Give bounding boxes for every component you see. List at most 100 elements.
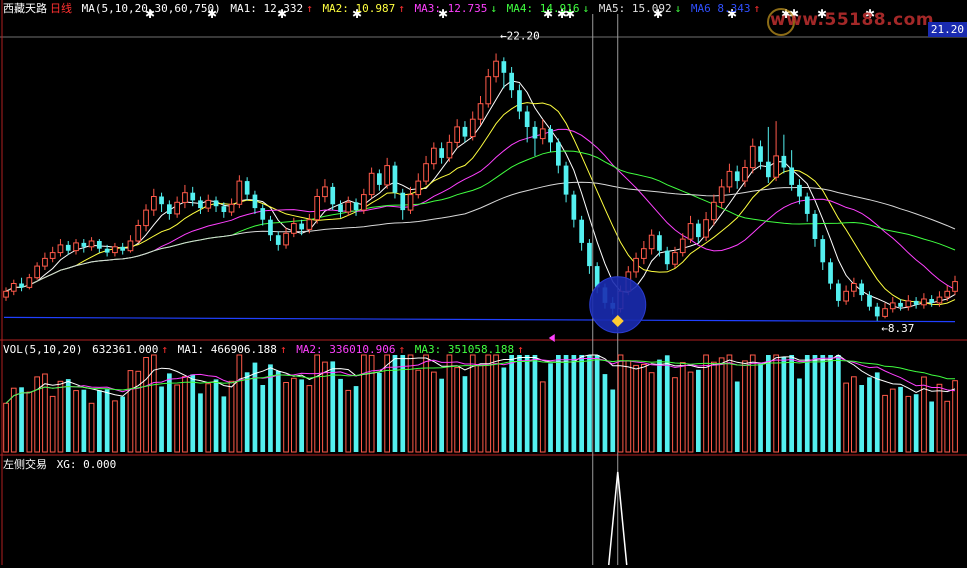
candle-body	[252, 194, 258, 209]
ma1-arrow: ↑	[306, 2, 313, 15]
volume-bar	[563, 355, 569, 452]
candle-body	[952, 281, 958, 292]
candle-body	[797, 184, 802, 197]
candle-body	[384, 165, 390, 186]
volume-bar	[205, 383, 212, 453]
candle-body	[213, 200, 219, 207]
volume-bar	[213, 379, 219, 452]
volume-header: VOL(5,10,20) 632361.000 ↑ MA1: 466906.188…	[3, 343, 527, 357]
volume-bar	[469, 354, 476, 453]
candle-body	[377, 173, 382, 185]
volume-bar	[773, 354, 779, 453]
candle-body	[275, 235, 281, 245]
candle-body	[836, 283, 841, 301]
candle-body	[314, 196, 320, 221]
ma2-value: MA2: 10.987	[322, 2, 396, 15]
vol-ma1-arrow: ↑	[279, 343, 287, 356]
volume-bar	[97, 390, 102, 452]
volume-bar	[742, 360, 748, 453]
candle-body	[361, 194, 367, 211]
ma6-line	[3, 316, 956, 323]
volume-bar	[392, 355, 398, 452]
candle-body	[874, 306, 880, 317]
candle-body	[299, 223, 304, 230]
candle-body	[400, 192, 406, 211]
volume-bar	[703, 354, 709, 453]
candle-body	[330, 186, 336, 205]
volume-bar	[477, 364, 484, 453]
volume-bar	[143, 357, 149, 453]
volume-bar	[797, 378, 802, 452]
candle-body	[563, 165, 569, 195]
candle-body	[789, 167, 794, 185]
volume-bar	[306, 385, 313, 453]
volume-bar	[384, 354, 390, 453]
low-price-label: ←8.37	[881, 322, 914, 335]
candle-body	[493, 60, 499, 78]
volume-bar	[120, 396, 125, 452]
volume-bar	[198, 393, 203, 452]
indicator-name: 左侧交易	[3, 458, 47, 471]
candle-body	[368, 172, 375, 196]
candle-body	[882, 308, 888, 317]
candle-body	[781, 155, 787, 168]
volume-bar	[905, 395, 912, 453]
candle-body	[198, 200, 203, 209]
volume-bar	[368, 354, 375, 453]
candle-body	[517, 90, 522, 112]
volume-bar	[679, 362, 686, 453]
candle-body	[345, 201, 352, 213]
volume-bar	[602, 374, 608, 452]
candle-body	[306, 219, 313, 230]
vol-ma2-arrow: ↑	[398, 343, 406, 356]
candle-body	[843, 290, 849, 302]
marker-triangle-icon	[548, 334, 555, 342]
volume-bar	[260, 385, 266, 452]
candle-body	[97, 241, 102, 249]
ma2-arrow: ↑	[398, 2, 405, 15]
candle-body	[633, 257, 639, 273]
volume-bar	[501, 367, 507, 452]
candle-body	[734, 171, 740, 182]
vol-ma2: MA2: 336010.906	[296, 343, 396, 356]
chart-stage: ←22.20 ←8.37 ✱ ✱ ✱ ✱ ✱ ✱ ✱ ✱ ✱ ✱ ✱ ✱ ✱ ✱ 西藏天路 日线 MA(5,10…	[0, 0, 967, 566]
volume-bar	[517, 355, 522, 452]
volume-bar	[929, 401, 934, 452]
volume-bar	[944, 400, 951, 453]
candle-body	[711, 201, 717, 221]
candle-body	[820, 239, 826, 263]
volume-bar	[353, 386, 359, 452]
volume-bar	[633, 364, 639, 453]
price-header: 西藏天路 日线 MA(5,10,20,30,60,750) MA1: 12.332…	[3, 2, 763, 16]
vol-ma3: MA3: 351058.188	[414, 343, 515, 356]
vol-arrow: ↑	[161, 343, 168, 356]
candle-body	[664, 250, 670, 265]
candle-body	[641, 248, 647, 259]
volume-bar	[828, 355, 833, 452]
candle-body	[221, 206, 227, 212]
volume-bar	[423, 354, 429, 453]
indicator-header: 左侧交易 XG: 0.000	[3, 458, 119, 472]
volume-bar	[913, 394, 919, 452]
candle-body	[944, 290, 951, 298]
volume-bar	[687, 371, 694, 453]
volume-bar	[493, 354, 499, 453]
candle-body	[322, 186, 328, 198]
volume-bar	[345, 389, 352, 453]
volume-bar	[532, 355, 538, 452]
candle-body	[718, 186, 725, 203]
stock-name: 西藏天路	[3, 2, 47, 15]
candle-body	[446, 141, 453, 159]
candle-body	[283, 232, 289, 246]
candle-body	[423, 163, 429, 182]
candle-body	[338, 204, 343, 212]
volume-bar	[539, 381, 546, 453]
candle-body	[889, 302, 896, 310]
ma6-arrow: ↑	[753, 2, 761, 15]
ma4-arrow: ↓	[582, 2, 590, 15]
volume-bar	[571, 355, 577, 452]
volume-bar	[664, 355, 670, 452]
candle-body	[120, 246, 125, 251]
candle-body	[57, 244, 64, 254]
candle-body	[679, 238, 686, 254]
